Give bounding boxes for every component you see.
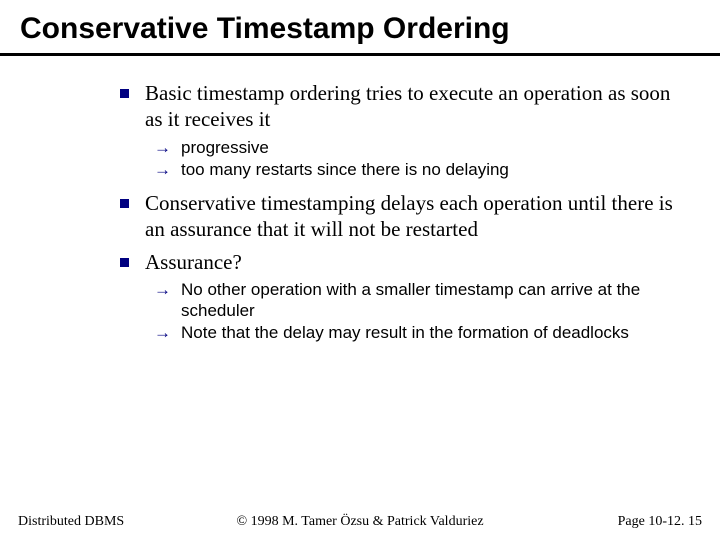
slide-title: Conservative Timestamp Ordering bbox=[20, 12, 700, 45]
bullet-text: Conservative timestamping delays each op… bbox=[145, 190, 680, 243]
sub-bullet-item: → progressive bbox=[154, 137, 680, 158]
arrow-icon: → bbox=[154, 159, 171, 180]
square-bullet-icon bbox=[120, 89, 129, 98]
sub-bullet-text: too many restarts since there is no dela… bbox=[181, 159, 509, 180]
square-bullet-icon bbox=[120, 258, 129, 267]
bullet-text: Basic timestamp ordering tries to execut… bbox=[145, 80, 680, 133]
sub-bullet-group: → No other operation with a smaller time… bbox=[154, 279, 680, 344]
arrow-icon: → bbox=[154, 137, 171, 158]
footer-right: Page 10-12. 15 bbox=[618, 514, 702, 530]
bullet-item: Basic timestamp ordering tries to execut… bbox=[120, 80, 680, 133]
sub-bullet-text: Note that the delay may result in the fo… bbox=[181, 322, 629, 343]
sub-bullet-item: → too many restarts since there is no de… bbox=[154, 159, 680, 180]
slide-body: Basic timestamp ordering tries to execut… bbox=[0, 56, 720, 344]
sub-bullet-group: → progressive → too many restarts since … bbox=[154, 137, 680, 181]
bullet-item: Conservative timestamping delays each op… bbox=[120, 190, 680, 243]
title-block: Conservative Timestamp Ordering bbox=[0, 0, 720, 51]
sub-bullet-item: → No other operation with a smaller time… bbox=[154, 279, 680, 322]
footer-left: Distributed DBMS bbox=[18, 514, 124, 530]
footer-center: © 1998 M. Tamer Özsu & Patrick Valduriez bbox=[236, 514, 483, 530]
bullet-text: Assurance? bbox=[145, 249, 242, 275]
slide-footer: Distributed DBMS © 1998 M. Tamer Özsu & … bbox=[0, 514, 720, 530]
arrow-icon: → bbox=[154, 279, 171, 300]
sub-bullet-item: → Note that the delay may result in the … bbox=[154, 322, 680, 343]
sub-bullet-text: No other operation with a smaller timest… bbox=[181, 279, 680, 322]
square-bullet-icon bbox=[120, 199, 129, 208]
arrow-icon: → bbox=[154, 322, 171, 343]
bullet-item: Assurance? bbox=[120, 249, 680, 275]
sub-bullet-text: progressive bbox=[181, 137, 269, 158]
